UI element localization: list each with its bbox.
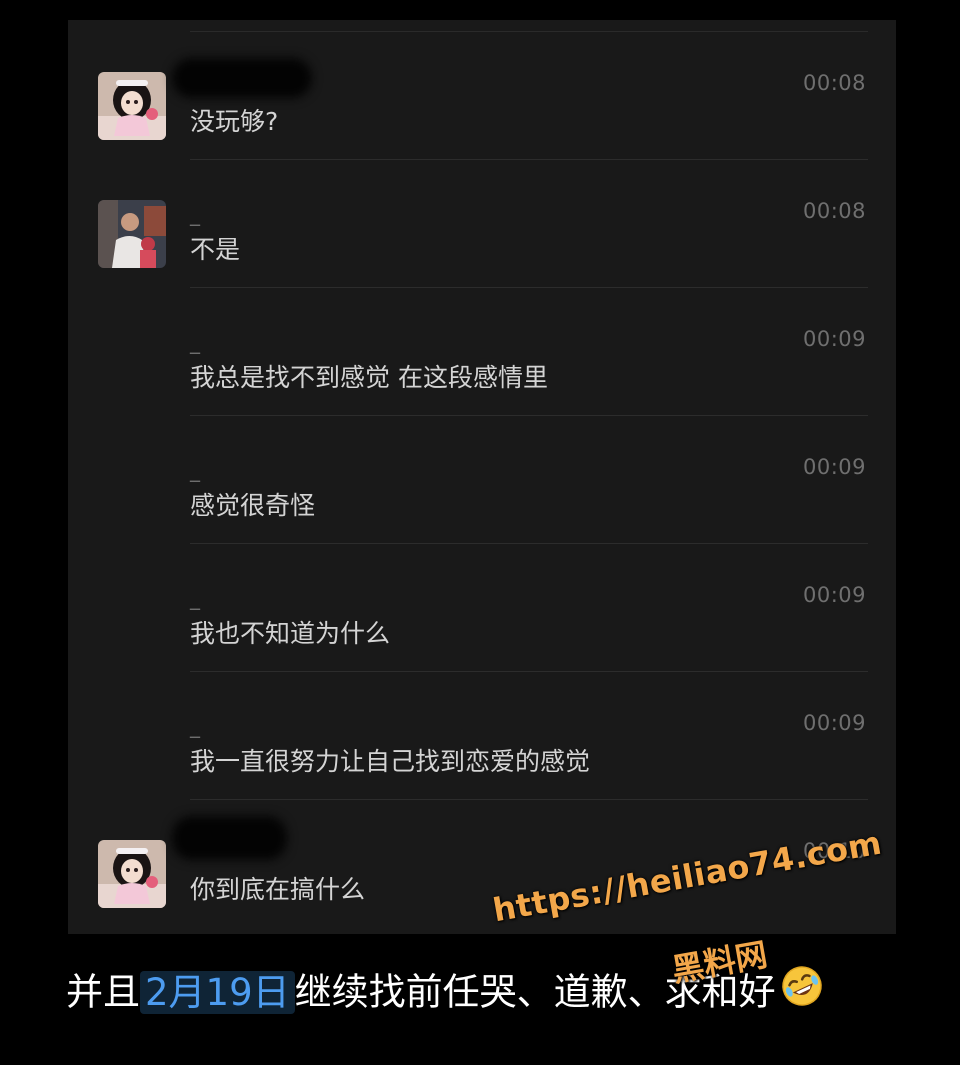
message-row[interactable]: _ 00:08 不是	[68, 160, 896, 288]
message-row[interactable]: _ 00:09 我也不知道为什么	[68, 544, 896, 672]
sender-name: _	[190, 330, 200, 354]
message-text[interactable]: 不是	[190, 232, 240, 268]
avatar-girl-icon[interactable]	[98, 840, 166, 908]
caption-prefix: 并且	[66, 970, 140, 1014]
redacted-name	[172, 816, 287, 860]
redacted-name	[172, 58, 312, 98]
message-text[interactable]: 我一直很努力让自己找到恋爱的感觉	[190, 744, 590, 780]
message-text[interactable]: 没玩够?	[190, 104, 278, 140]
message-text[interactable]: 感觉很奇怪	[190, 488, 315, 524]
message-time: 00:09	[802, 583, 866, 607]
date-highlight[interactable]: 2月19日	[140, 970, 295, 1014]
message-row[interactable]: _ 00:09 感觉很奇怪	[68, 416, 896, 544]
message-time: 00:09	[802, 711, 866, 735]
sender-name: _	[190, 714, 200, 738]
rofl-emoji-icon	[780, 964, 824, 1024]
message-row[interactable]: _ 00:09 我总是找不到感觉 在这段感情里	[68, 288, 896, 416]
message-text[interactable]: 我总是找不到感觉 在这段感情里	[190, 360, 548, 396]
message-row[interactable]: 00:08 没玩够?	[68, 32, 896, 160]
message-time: 00:09	[802, 327, 866, 351]
message-row[interactable]: _ 00:09 我一直很努力让自己找到恋爱的感觉	[68, 672, 896, 800]
message-text[interactable]: 我也不知道为什么	[190, 616, 390, 652]
avatar-girl-icon[interactable]	[98, 72, 166, 140]
sender-name: _	[190, 586, 200, 610]
sender-name: _	[190, 202, 200, 226]
avatar-photo-icon[interactable]	[98, 200, 166, 268]
sender-name: _	[190, 458, 200, 482]
message-time: 00:08	[802, 199, 866, 223]
chat-history-panel: 00:08 没玩够? _ 00:08 不是 _ 00:09 我总是找不到感觉 在…	[68, 20, 896, 934]
message-time: 00:08	[802, 71, 866, 95]
message-time: 00:09	[802, 455, 866, 479]
message-text[interactable]: 你到底在搞什么	[190, 872, 365, 908]
